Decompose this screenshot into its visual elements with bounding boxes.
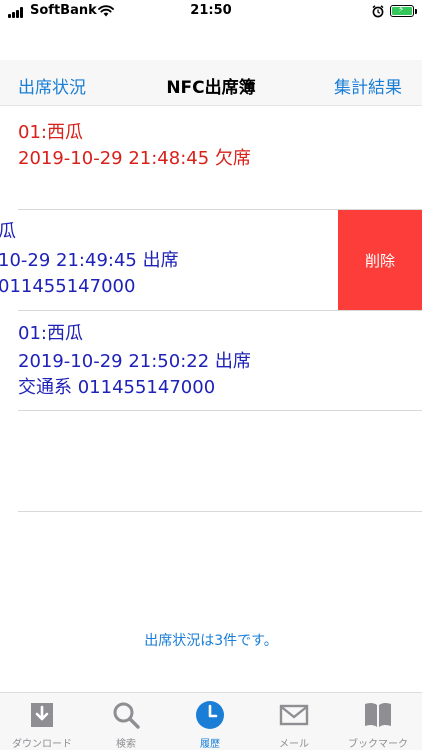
tab-history[interactable]: 履歴 (168, 693, 252, 750)
tab-label: 検索 (116, 739, 136, 750)
tab-label: ブックマーク (348, 739, 408, 750)
alarm-icon (372, 5, 384, 18)
tab-download[interactable]: ダウンロード (0, 693, 84, 750)
row-separator (18, 511, 422, 512)
attendance-record: 10-29 21:49:45 出席 (0, 250, 179, 271)
tab-label: ダウンロード (12, 739, 72, 750)
table-row[interactable]: 01:西瓜 2019-10-29 21:50:22 出席 交通系 0114551… (0, 311, 422, 410)
table-row[interactable]: 01:西瓜 2019-10-29 21:48:45 欠席 (0, 107, 422, 209)
search-icon (113, 702, 140, 729)
history-clock-icon (196, 701, 224, 729)
card-id: 011455147000 (0, 276, 136, 297)
delete-button[interactable]: 削除 (338, 210, 422, 310)
tab-bar: ダウンロード 検索 履歴 メール ブックマーク (0, 692, 422, 750)
table-row-swiped[interactable]: 瓜 10-29 21:49:45 出席 011455147000 削除 (0, 210, 422, 310)
student-name: 01:西瓜 (18, 122, 83, 143)
tab-label: メール (279, 739, 309, 750)
download-icon (31, 703, 53, 727)
student-name: 01:西瓜 (18, 323, 83, 344)
tab-mail[interactable]: メール (252, 693, 336, 750)
battery-icon: ⚡ (390, 5, 414, 17)
attendance-record: 2019-10-29 21:50:22 出席 (18, 351, 251, 372)
navigation-bar: 出席状況 NFC出席簿 集計結果 (0, 60, 422, 106)
row-content: 01:西瓜 2019-10-29 21:50:22 出席 交通系 0114551… (0, 311, 422, 410)
record-count-text: 出席状況は3件です。 (144, 633, 278, 649)
summary-results-button[interactable]: 集計結果 (334, 73, 402, 98)
row-separator (18, 410, 422, 411)
student-name: 瓜 (0, 221, 16, 242)
card-id: 交通系 011455147000 (18, 377, 216, 398)
status-bar: SoftBank 21:50 ⚡ (0, 0, 422, 24)
attendance-record: 2019-10-29 21:48:45 欠席 (18, 148, 251, 169)
battery-tip (415, 9, 417, 14)
tab-search[interactable]: 検索 (84, 693, 168, 750)
row-content: 01:西瓜 2019-10-29 21:48:45 欠席 (0, 107, 422, 209)
tab-label: 履歴 (200, 739, 220, 750)
clock: 21:50 (190, 3, 232, 18)
bookmarks-icon (365, 703, 391, 727)
mail-icon (279, 704, 309, 726)
tab-bookmarks[interactable]: ブックマーク (336, 693, 420, 750)
